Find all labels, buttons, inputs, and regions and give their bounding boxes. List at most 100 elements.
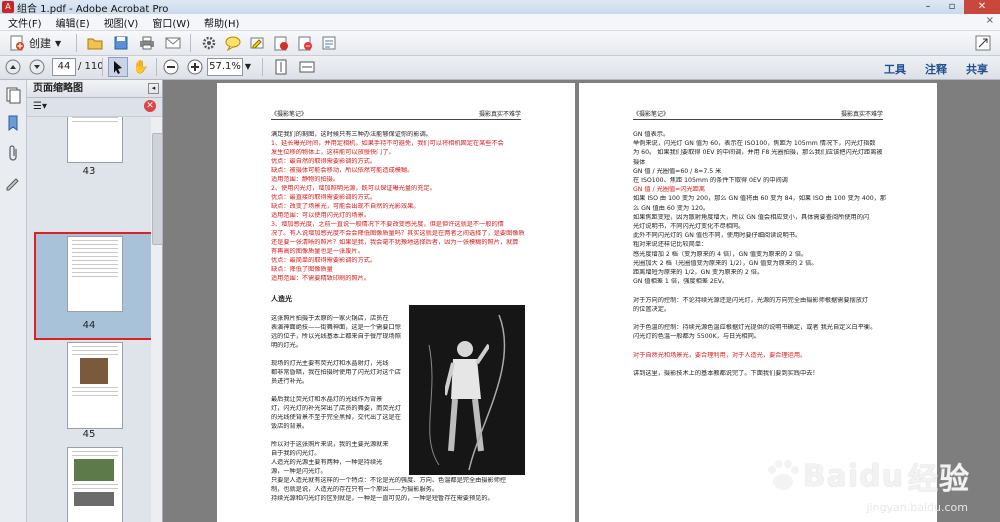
text-line: 缺点：改变了场景光，可能会出现不自然的光影效果。 — [271, 203, 420, 210]
text-line: GN 值 / 光圈值=闪光距离 — [633, 186, 706, 194]
save-icon[interactable] — [112, 34, 130, 52]
text-line: 举例来说，闪光灯 GN 值为 60，表示在 ISO100，焦距为 105mm 情… — [633, 140, 876, 148]
attachment-icon[interactable] — [4, 144, 22, 162]
thumbnail-scrollbar[interactable] — [151, 117, 163, 522]
close-document-button[interactable]: × — [986, 15, 994, 26]
thumbnail-label: 45 — [82, 429, 96, 440]
create-button[interactable]: 创建 ▼ — [8, 34, 61, 52]
window-controls: – ▫ ✕ — [916, 0, 1000, 14]
fit-page-icon[interactable] — [272, 58, 290, 76]
thumbnail-page[interactable] — [67, 447, 123, 522]
tools-pane-button[interactable]: 工具 — [884, 61, 906, 77]
watermark-brand: Baidu — [802, 458, 904, 494]
photo-dancer — [409, 305, 525, 475]
body-line: 制，也就是说，人造光的存在只有一个原因——为摄影服务。 — [271, 486, 439, 493]
thumbnail-list: 43 44 45 46 — [27, 117, 151, 522]
email-icon[interactable] — [164, 34, 182, 52]
comment-icon[interactable] — [224, 34, 242, 52]
watermark-url: jingyan.baidu.com — [866, 501, 968, 514]
text-line: 对于自然光和场景光，要合理利用，对于人造光，要合理运用。 — [633, 351, 807, 359]
text-line: 闪光灯的色温一般都为 5500K，与日光相同。 — [633, 333, 760, 341]
menu-edit[interactable]: 编辑(E) — [56, 15, 90, 30]
expand-view-icon[interactable] — [974, 34, 992, 52]
minimize-button[interactable]: – — [916, 0, 940, 14]
text-line: 光圈加大 2 档（光圈值变为原来的 1/2），GN 值变为原来的 2 倍。 — [633, 259, 818, 267]
fit-width-icon[interactable] — [298, 58, 316, 76]
options-menu-icon[interactable]: ☰▾ — [33, 101, 47, 112]
bookmark-icon[interactable] — [4, 114, 22, 132]
sign-icon[interactable] — [272, 34, 290, 52]
text-line: 1、延长曝光时间，并用定相机，如果手持不可避免，我们可以将相机固定在某些不会 — [271, 140, 504, 147]
signature-icon[interactable] — [4, 174, 22, 192]
previous-page-icon[interactable] — [4, 58, 22, 76]
share-pane-button[interactable]: 共享 — [966, 61, 988, 77]
toolbar-separator — [156, 58, 157, 76]
document-view[interactable]: 《摄影笔记》 摄影真实不难学 满足我们的剩图，这时候只有三种办法能够保证你的影调… — [163, 80, 1000, 522]
delete-page-icon[interactable]: ✕ — [144, 100, 156, 112]
open-folder-icon[interactable] — [86, 34, 104, 52]
body-line: 的光线使背景不至于完全黑掉，交代出了这是在 — [271, 414, 401, 421]
zoom-in-icon[interactable] — [186, 58, 204, 76]
text-line: 为 60。 如果我们要取得 0EV 的中间调，并用 F8 光圈拍摄，那么我们应该… — [633, 149, 883, 157]
text-line: 对于方向的控制：不论持续光源还是闪光灯，光源的方向完全由摄影师根据需要摆放灯 — [633, 296, 869, 304]
page-number-input[interactable]: 44 — [52, 58, 76, 76]
body-line: 最后我让荧光灯和水晶灯的光线作为背景 — [271, 396, 383, 403]
maximize-button[interactable]: ▫ — [940, 0, 964, 14]
highlight-icon[interactable] — [248, 34, 266, 52]
menu-view[interactable]: 视图(V) — [104, 15, 139, 30]
select-icon[interactable] — [108, 57, 128, 77]
toolbar-separator — [262, 58, 263, 76]
secure-icon[interactable] — [296, 34, 314, 52]
body-line: 只要是人造光就有这样的一个特点：不论是光的强度、方向、色温都是完全由摄影师控 — [271, 477, 507, 484]
watermark-brand-cn: 经验 — [908, 462, 970, 497]
body-line: 现场的灯光主要有荧光灯和水晶射灯，光线 — [271, 360, 389, 367]
menu-window[interactable]: 窗口(W) — [152, 15, 190, 30]
header-left: 《摄影笔记》 — [633, 111, 670, 118]
text-line: 有再高的图像质量也是一张废片。 — [271, 248, 364, 255]
text-line: 么 GN 值由 60 变为 120。 — [633, 204, 710, 212]
menu-file[interactable]: 文件(F) — [8, 15, 42, 30]
text-line: 在 ISO100、焦距 105mm 的条件下取得 0EV 的中间调 — [633, 177, 788, 184]
text-line: 对于色温的控制：持续光源色温应根据灯光提供的说明书确定，或者 我光自定义白平衡。 — [633, 324, 877, 332]
print-icon[interactable] — [138, 34, 156, 52]
text-line: 缺点：降低了图像质量 — [271, 266, 333, 273]
hand-icon[interactable]: ✋ — [132, 58, 150, 76]
menu-help[interactable]: 帮助(H) — [204, 15, 239, 30]
page-thumbnails-icon[interactable] — [4, 86, 22, 104]
gear-icon[interactable] — [200, 34, 218, 52]
noodle-streak — [428, 314, 506, 471]
text-line: 的位置决定。 — [633, 305, 671, 313]
body-line: 所以对于这张照片来说，我的主要光源就来 — [271, 441, 389, 448]
baidu-watermark: Baidu 经验 — [763, 454, 970, 498]
pdf-app-icon: A — [2, 1, 14, 13]
main-toolbar: 创建 ▼ — [0, 31, 1000, 56]
zoom-out-icon[interactable] — [162, 58, 180, 76]
text-line: 缺点：被摄体可能会移动，所以依然可能造成模糊。 — [271, 167, 414, 174]
thumbnail-image — [74, 492, 114, 506]
zoom-input[interactable]: 57.1% — [207, 58, 243, 76]
menu-bar: 文件(F) 编辑(E) 视图(V) 窗口(W) 帮助(H) × — [0, 14, 1000, 31]
thumbnail-page[interactable] — [67, 117, 123, 163]
next-page-icon[interactable] — [28, 58, 46, 76]
text-line: 适用范围：可以使用闪光灯的场景。 — [271, 212, 370, 219]
thumbnail-page[interactable] — [67, 342, 123, 429]
page-thumbnails-panel: 页面缩略图 ◂ ☰▾ ✕ 43 44 45 46 — [27, 80, 163, 522]
text-line: 摄体 — [633, 158, 646, 166]
close-window-button[interactable]: ✕ — [964, 0, 1000, 14]
body-line: 持续光源和闪光灯的区别就是，一种是一直可见的，一种是短暂存在需要预见的。 — [271, 495, 494, 502]
zoom-dropdown-icon[interactable]: ▼ — [242, 58, 254, 76]
body-line: 远的位子，所以光线基本上都来自于餐厅现场照 — [271, 333, 401, 340]
text-line: 2、使用闪光灯，增加照明光源，既可以保证曝光量的充足。 — [271, 185, 436, 192]
thumbnail-page-current[interactable] — [67, 236, 123, 312]
body-line: 源，一种是闪光灯。 — [271, 468, 327, 475]
text-line: GN 值相差 1 倍，强度相差 2EV。 — [633, 278, 729, 286]
text-line: 适用范围：不需要精致印刷的照片。 — [271, 275, 370, 282]
form-icon[interactable] — [320, 34, 338, 52]
comment-pane-button[interactable]: 注释 — [925, 61, 947, 77]
navigation-toolbar: 44 / 110 ✋ 57.1% ▼ 工具 注释 共享 — [0, 56, 1000, 80]
body-line: 自于我的闪光灯。 — [271, 450, 321, 457]
body-line: 人造光的光源主要有两种，一种是持续光 — [271, 459, 383, 466]
text-line: 如果焦距变短，因为散射角度增大，所以 GN 值会相应变小，具体需要查阅所使用的闪 — [633, 213, 870, 221]
scrollbar-thumb[interactable] — [152, 133, 163, 245]
collapse-panel-icon[interactable]: ◂ — [148, 83, 159, 94]
